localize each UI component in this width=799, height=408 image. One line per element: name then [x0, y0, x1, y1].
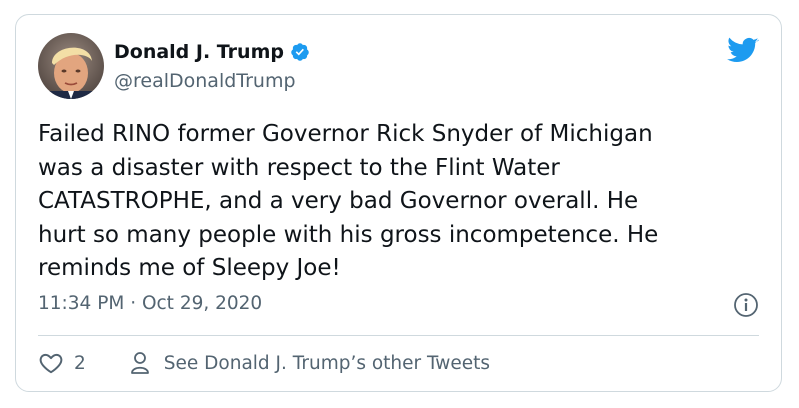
heart-icon — [38, 350, 64, 376]
twitter-bird-icon[interactable] — [727, 37, 759, 65]
display-name[interactable]: Donald J. Trump — [114, 41, 284, 63]
tweet-card: Donald J. Trump @realDonaldTrump Failed … — [15, 14, 782, 392]
divider — [38, 335, 759, 336]
see-other-tweets-link[interactable]: See Donald J. Trump’s other Tweets — [130, 351, 490, 375]
handle[interactable]: @realDonaldTrump — [114, 70, 296, 92]
author-name-row[interactable]: Donald J. Trump — [114, 41, 310, 63]
tweet-timestamp[interactable]: 11:34 PM · Oct 29, 2020 — [38, 293, 262, 314]
see-other-tweets-label: See Donald J. Trump’s other Tweets — [163, 352, 491, 374]
verified-badge-icon — [290, 42, 310, 62]
like-button[interactable]: 2 — [38, 350, 86, 376]
like-count: 2 — [74, 352, 86, 374]
tweet-text: Failed RINO former Governor Rick Snyder … — [38, 121, 659, 281]
avatar[interactable] — [38, 33, 104, 99]
tweet-actions: 2 See Donald J. Trump’s other Tweets — [38, 348, 490, 378]
info-icon[interactable] — [733, 292, 759, 318]
person-icon — [130, 351, 150, 375]
avatar-image — [38, 33, 104, 99]
